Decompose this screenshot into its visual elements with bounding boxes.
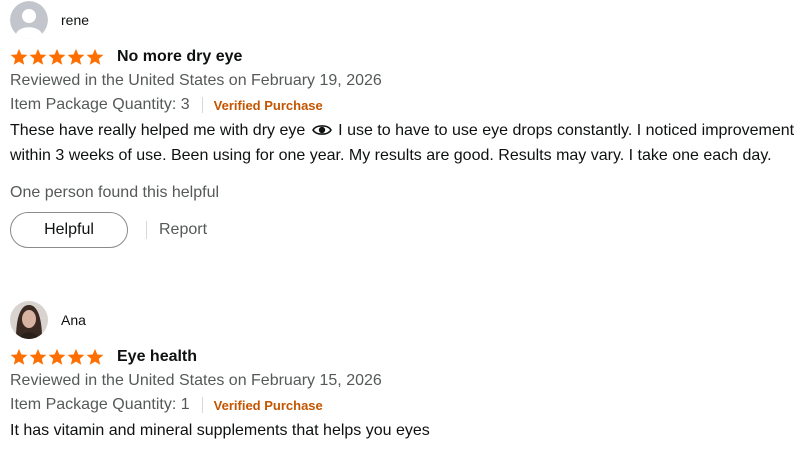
reviewer-name: rene — [61, 12, 90, 28]
verified-purchase-badge: Verified Purchase — [213, 97, 323, 113]
star-icon — [48, 348, 66, 365]
star-icon — [29, 48, 47, 65]
review-profile[interactable]: rene — [10, 0, 810, 40]
star-icon — [86, 348, 104, 365]
divider — [201, 97, 203, 113]
review-date: Reviewed in the United States on Februar… — [10, 72, 382, 89]
review-title[interactable]: Eye health — [117, 348, 197, 366]
star-icon — [10, 348, 28, 365]
review-body: It has vitamin and mineral supplements t… — [10, 422, 430, 439]
star-icon — [29, 348, 47, 365]
item-package-quantity[interactable]: Item Package Quantity: 1 — [10, 396, 190, 414]
star-icon — [67, 348, 85, 365]
divider — [146, 221, 147, 239]
helpful-button[interactable]: Helpful — [10, 212, 128, 248]
user-photo — [10, 301, 48, 339]
helpful-count: One person found this helpful — [10, 184, 220, 201]
default-profile-icon — [10, 1, 48, 39]
verified-purchase-badge: Verified Purchase — [213, 397, 323, 413]
divider — [201, 397, 203, 413]
review-profile[interactable]: Ana — [10, 300, 810, 340]
reviewer-name: Ana — [61, 312, 86, 328]
review-date: Reviewed in the United States on Februar… — [10, 372, 382, 389]
star-icon — [48, 48, 66, 65]
eye-icon — [311, 125, 332, 135]
item-package-quantity[interactable]: Item Package Quantity: 3 — [10, 96, 190, 114]
star-icon — [10, 48, 28, 65]
report-link[interactable]: Report — [159, 221, 207, 239]
review: rene No more dry eye Reviewed in the Uni… — [10, 0, 810, 248]
review-title[interactable]: No more dry eye — [117, 48, 242, 66]
star-icon — [86, 48, 104, 65]
star-rating[interactable] — [10, 348, 105, 366]
review-body: These have really helped me with dry eye… — [10, 122, 795, 164]
star-icon — [67, 48, 85, 65]
review: Ana Eye health Reviewed in the United St… — [10, 300, 810, 444]
star-rating[interactable] — [10, 48, 105, 66]
